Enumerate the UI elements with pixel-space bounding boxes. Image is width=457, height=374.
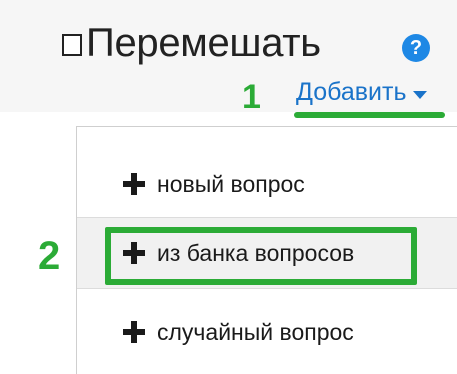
shuffle-label: Перемешать	[86, 21, 321, 65]
annotation-step-1: 1	[242, 78, 261, 116]
menu-item-random-question[interactable]: случайный вопрос	[77, 311, 457, 353]
menu-item-label: новый вопрос	[157, 170, 305, 197]
annotation-underline	[294, 112, 445, 118]
add-dropdown-label: Добавить	[296, 78, 407, 106]
plus-icon	[123, 321, 145, 343]
annotation-step-2: 2	[38, 234, 61, 278]
shuffle-checkbox[interactable]	[62, 34, 82, 56]
menu-item-label: из банка вопросов	[157, 239, 355, 266]
menu-item-new-question[interactable]: новый вопрос	[77, 163, 457, 205]
shuffle-option[interactable]: Перемешать	[62, 18, 321, 68]
menu-item-label: случайный вопрос	[157, 318, 354, 345]
plus-icon	[123, 173, 145, 195]
add-dropdown-menu: новый вопрос из банка вопросов случайный…	[76, 126, 457, 374]
help-icon[interactable]: ?	[402, 34, 430, 62]
caret-down-icon	[412, 90, 427, 99]
add-dropdown-button[interactable]: Добавить	[296, 80, 427, 105]
plus-icon	[123, 242, 145, 264]
menu-item-from-question-bank[interactable]: из банка вопросов	[77, 217, 457, 289]
